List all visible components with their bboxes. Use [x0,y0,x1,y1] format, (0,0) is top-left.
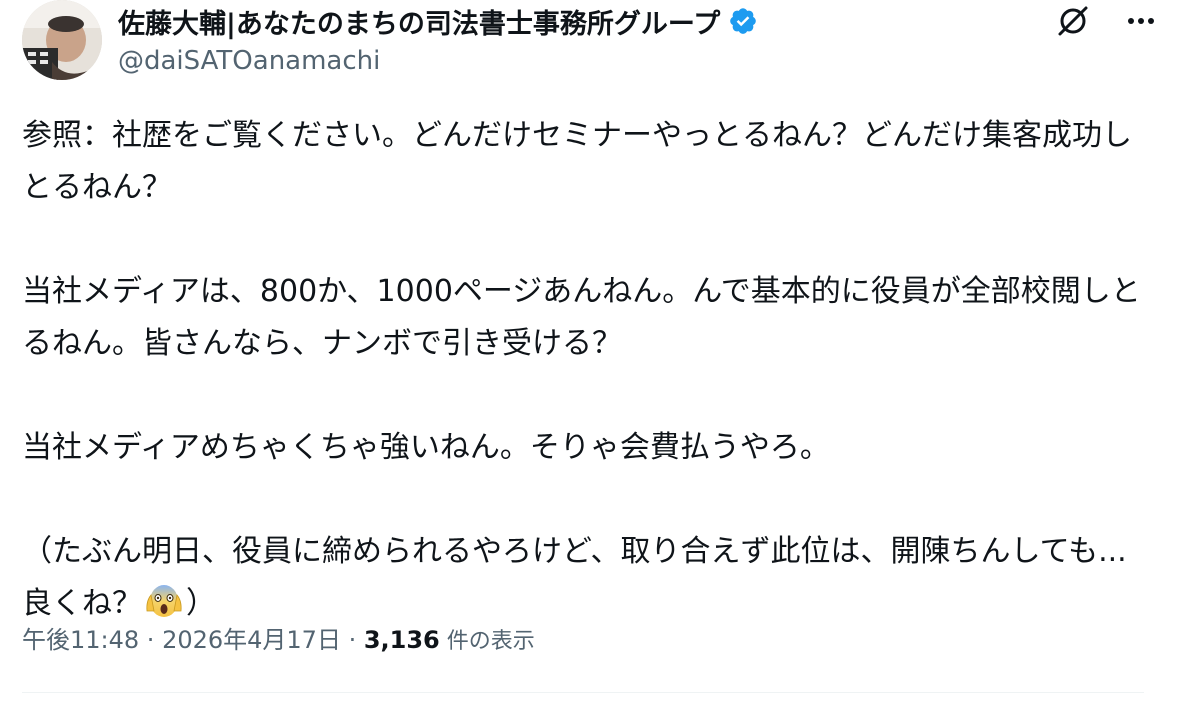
more-options-icon[interactable] [1122,2,1160,40]
name-row: 佐藤大輔|あなたのまちの司法書士事務所グループ [118,2,758,41]
views-label: 件の表示 [439,629,535,654]
tweet-date[interactable]: 2026年4月17日 [162,626,341,654]
tweet-meta: 午後11:48 · 2026年4月17日 · 3,136 件の表示 [22,620,535,655]
tweet-paragraph-2: 当社メディアは、800か、1000ページあんねん。んで基本的に役員が全部校閲しと… [22,274,1141,361]
meta-separator: · [139,626,163,654]
avatar-image [22,0,102,80]
tweet-paragraph-4-end: ） [186,586,216,621]
avatar[interactable] [22,0,102,80]
grok-icon[interactable] [1054,2,1092,40]
face-screaming-in-fear-icon [144,581,184,621]
divider [22,692,1144,693]
tweet-time[interactable]: 午後11:48 [22,626,139,654]
author-handle[interactable]: @daiSATOanamachi [118,46,758,76]
verified-badge-icon[interactable] [728,6,758,36]
tweet-header: 佐藤大輔|あなたのまちの司法書士事務所グループ @daiSATOanamachi [22,0,1160,100]
meta-separator: · [340,626,364,654]
tweet-card: 佐藤大輔|あなたのまちの司法書士事務所グループ @daiSATOanamachi [0,0,1200,707]
tweet-paragraph-4: （たぶん明日、役員に締められるやろけど、取り合えず此位は、開陳ちんしても...良… [22,526,1152,630]
tweet-paragraph-1: 参照：社歴をご覧ください。どんだけセミナーやっとるねん？どんだけ集客成功しとるね… [22,118,1132,205]
views-count[interactable]: 3,136 [364,626,440,654]
author-display-name[interactable]: 佐藤大輔|あなたのまちの司法書士事務所グループ [118,2,720,41]
tweet-paragraph-3: 当社メディアめちゃくちゃ強いねん。そりゃ会費払うやろ。 [22,430,830,465]
author-info: 佐藤大輔|あなたのまちの司法書士事務所グループ @daiSATOanamachi [118,4,758,76]
tweet-top-actions [1054,2,1160,40]
tweet-text: 参照：社歴をご覧ください。どんだけセミナーやっとるねん？どんだけ集客成功しとるね… [22,110,1152,630]
